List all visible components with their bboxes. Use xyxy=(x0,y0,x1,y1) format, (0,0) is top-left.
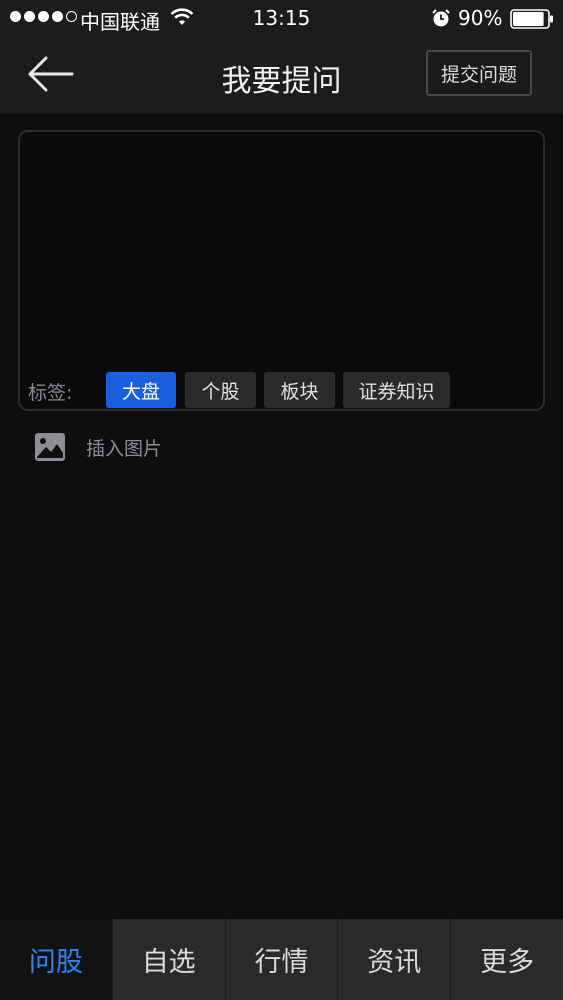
tab-quotes[interactable]: 行情 xyxy=(224,919,338,1000)
submit-question-button[interactable]: 提交问题 xyxy=(426,50,532,96)
alarm-clock-icon xyxy=(432,9,450,27)
tab-watchlist[interactable]: 自选 xyxy=(111,919,225,1000)
tag-sector[interactable]: 板块 xyxy=(264,372,335,408)
image-icon xyxy=(35,433,65,461)
insert-image-label: 插入图片 xyxy=(86,437,163,460)
battery-icon xyxy=(510,9,553,29)
tab-ask-stock[interactable]: 问股 xyxy=(0,919,112,1000)
tab-more[interactable]: 更多 xyxy=(450,919,563,1000)
tab-bar: 问股 自选 行情 资讯 更多 xyxy=(0,919,563,1000)
tags-label: 标签: xyxy=(28,382,73,404)
tag-stock[interactable]: 个股 xyxy=(185,372,256,408)
battery-percent: 90% xyxy=(458,6,503,30)
screen: 中国联通 13:15 90% 我要提问 提交问题 标签: 大盘 个股 板块 证券… xyxy=(0,0,563,1000)
tab-news[interactable]: 资讯 xyxy=(337,919,451,1000)
status-bar: 中国联通 13:15 90% xyxy=(0,0,563,38)
question-input[interactable]: 标签: 大盘 个股 板块 证券知识 xyxy=(18,130,545,411)
tag-securities-knowledge[interactable]: 证券知识 xyxy=(343,372,450,408)
navigation-bar: 我要提问 提交问题 xyxy=(0,38,563,114)
insert-image-button[interactable]: 插入图片 xyxy=(34,428,162,466)
tag-market[interactable]: 大盘 xyxy=(106,372,176,408)
